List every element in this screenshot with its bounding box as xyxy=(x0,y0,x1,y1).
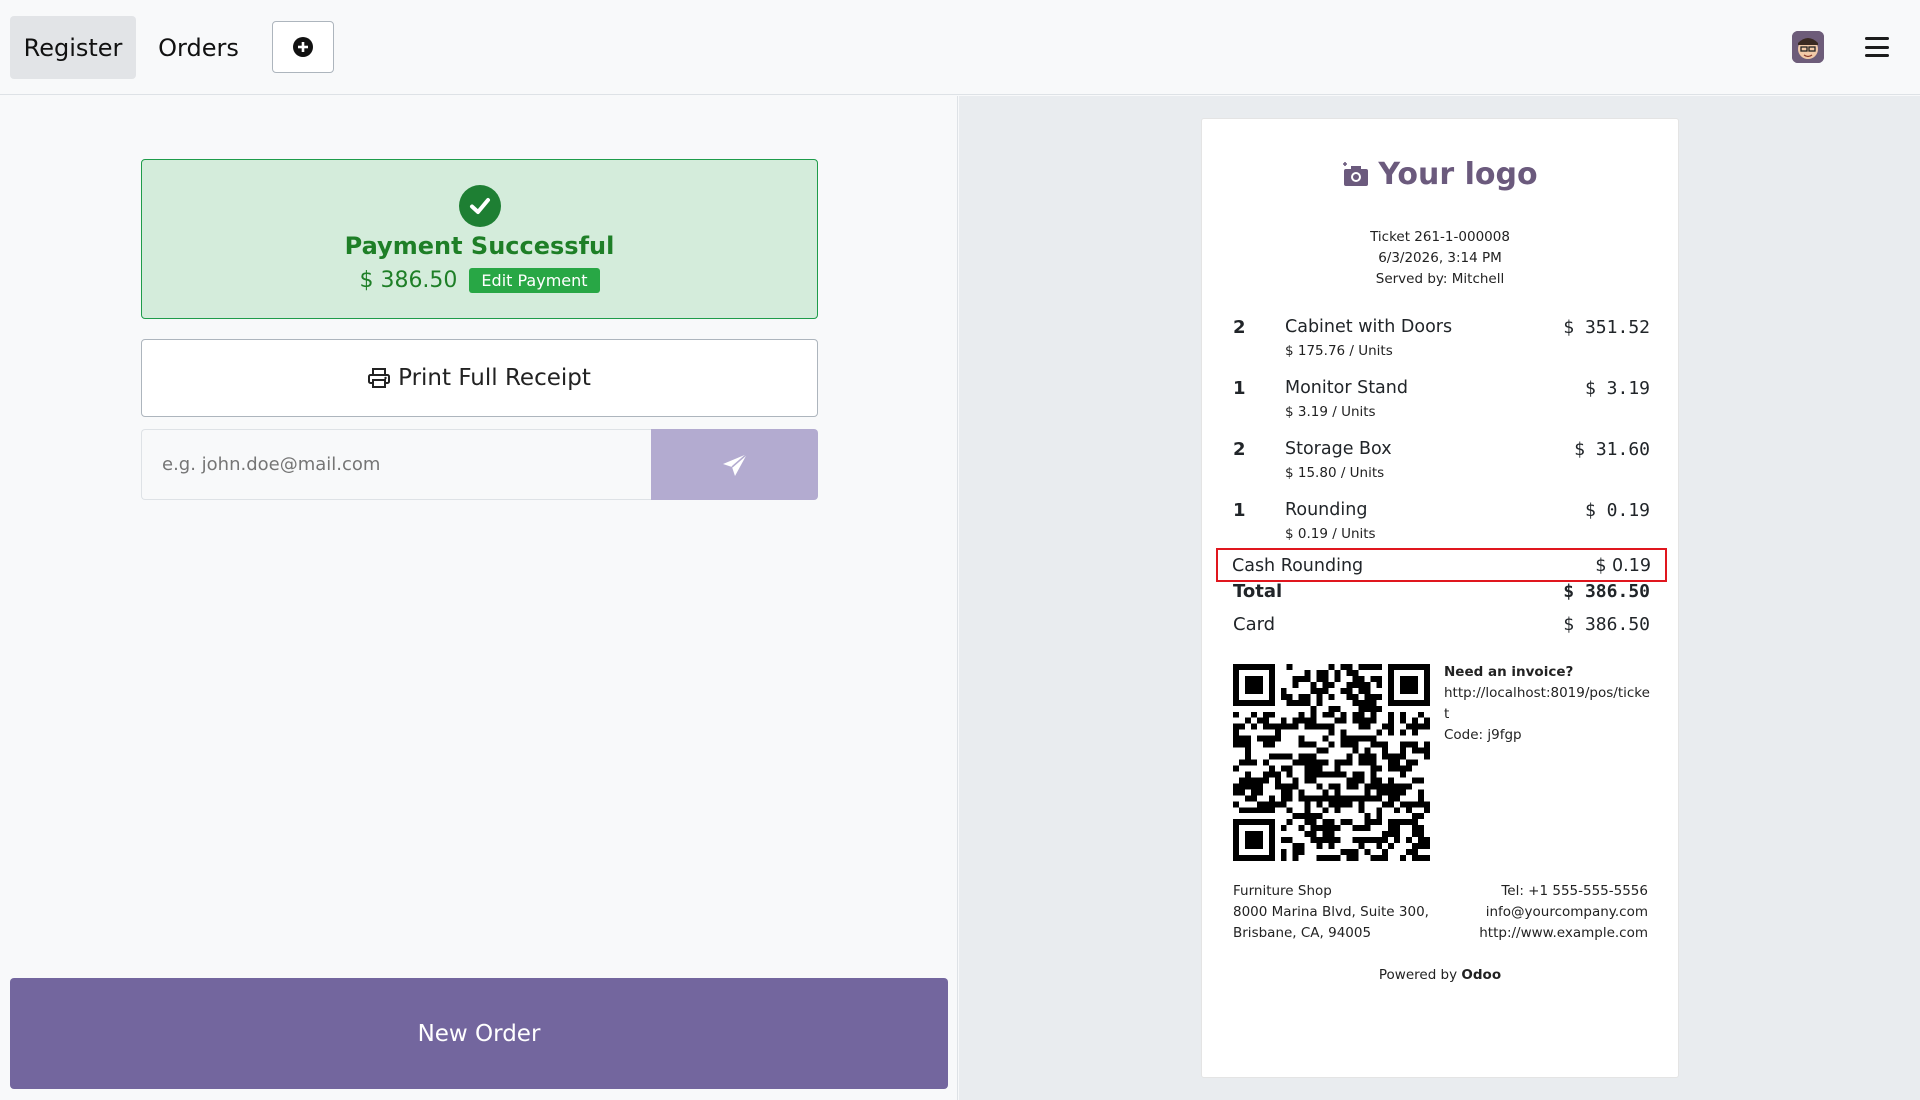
payment-amount: $ 386.50 xyxy=(359,268,458,293)
edit-payment-button[interactable]: Edit Payment xyxy=(469,268,600,293)
receipt-logo: Your logo xyxy=(1202,157,1678,192)
send-email-button[interactable] xyxy=(651,429,818,500)
invoice-code: Code: j9fgp xyxy=(1444,727,1522,743)
receipt-line: 2 Storage Box $ 15.80 / Units $ 31.60 xyxy=(1233,439,1650,481)
email-receipt-row xyxy=(141,429,818,500)
invoice-url: http://localhost:8019/pos/ticket xyxy=(1444,685,1650,722)
invoice-info: Need an invoice? http://localhost:8019/p… xyxy=(1444,662,1654,746)
printer-icon xyxy=(368,368,391,388)
ticket-datetime: 6/3/2026, 3:14 PM xyxy=(1378,250,1502,266)
camera-icon xyxy=(1343,161,1369,186)
print-receipt-button[interactable]: Print Full Receipt xyxy=(141,339,818,417)
receipt-line: 2 Cabinet with Doors $ 175.76 / Units $ … xyxy=(1233,317,1650,359)
receipt-header: Ticket 261-1-000008 6/3/2026, 3:14 PM Se… xyxy=(1202,227,1678,290)
receipt-line: 1 Rounding $ 0.19 / Units $ 0.19 xyxy=(1233,500,1650,542)
hamburger-menu-icon[interactable] xyxy=(1862,33,1892,61)
logo-text: Your logo xyxy=(1378,157,1538,192)
plus-circle-icon xyxy=(293,37,313,57)
cash-rounding-row: Cash Rounding $ 0.19 xyxy=(1216,548,1667,582)
print-receipt-label: Print Full Receipt xyxy=(398,365,591,391)
top-navbar: Register Orders xyxy=(0,0,1920,95)
powered-by: Powered by Odoo xyxy=(1378,967,1502,983)
payment-status-pane: Payment Successful $ 386.50 Edit Payment… xyxy=(0,96,958,1100)
user-avatar[interactable] xyxy=(1792,31,1824,63)
receipt: Your logo Ticket 261-1-000008 6/3/2026, … xyxy=(1201,118,1679,1078)
receipt-line: 1 Monitor Stand $ 3.19 / Units $ 3.19 xyxy=(1233,378,1650,420)
shop-contact: Tel: +1 555-555-5556 info@yourcompany.co… xyxy=(1479,883,1648,941)
shop-address: Furniture Shop 8000 Marina Blvd, Suite 3… xyxy=(1233,883,1429,941)
receipt-preview-pane: Your logo Ticket 261-1-000008 6/3/2026, … xyxy=(959,96,1920,1100)
payment-success-panel: Payment Successful $ 386.50 Edit Payment xyxy=(141,159,818,319)
add-order-button[interactable] xyxy=(272,21,334,73)
total-row: Total $ 386.50 xyxy=(1233,581,1650,602)
tab-orders[interactable]: Orders xyxy=(150,16,247,79)
tab-register[interactable]: Register xyxy=(10,16,136,79)
new-order-button[interactable]: New Order xyxy=(10,978,948,1089)
card-payment-row: Card $ 386.50 xyxy=(1233,614,1650,635)
email-field[interactable] xyxy=(141,429,651,500)
paper-plane-icon xyxy=(722,452,747,476)
payment-status-title: Payment Successful xyxy=(344,232,615,260)
served-by: Served by: Mitchell xyxy=(1375,271,1505,287)
ticket-number: Ticket 261-1-000008 xyxy=(1370,229,1510,245)
qr-code xyxy=(1233,664,1430,861)
check-circle-icon xyxy=(459,185,501,227)
